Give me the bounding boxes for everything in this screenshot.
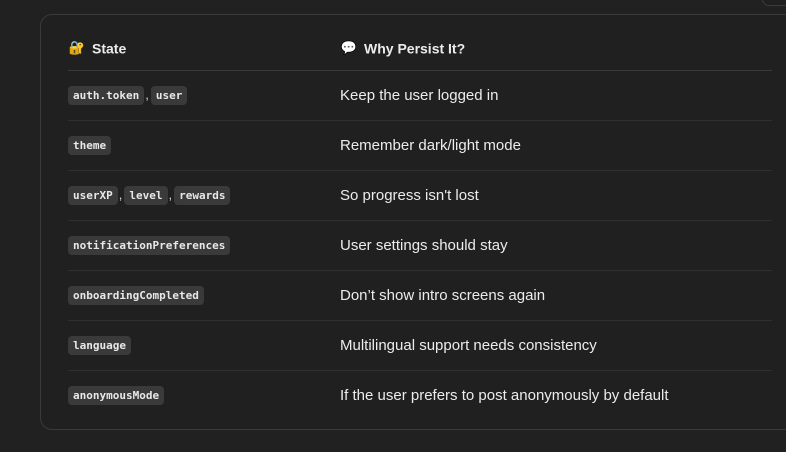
speech-bubble-icon: 💬 [340,40,358,56]
table-row: userXP, level, rewards So progress isn't lo… [68,170,772,221]
state-cell: auth.token, user [68,70,340,121]
code-separator: , [118,187,123,202]
state-column-header: 🔐 State [68,25,340,71]
reason-cell: User settings should stay [340,220,772,271]
lock-with-key-icon: 🔐 [68,40,86,56]
state-key-code: anonymousMode [68,386,165,405]
reason-cell: Don’t show intro screens again [340,270,772,321]
reason-header-label: Why Persist It? [364,40,466,57]
state-cell: anonymousMode [68,371,340,421]
table-row: anonymousMode If the user prefers to post… [68,371,772,421]
table-row: onboardingCompleted Don’t show intro scre… [68,270,772,321]
state-header-label: State [92,40,127,57]
state-key-code: user [150,86,188,105]
state-key-code: notificationPreferences [68,236,231,255]
state-key-code: auth.token [68,86,145,105]
persisted-state-table-card: 🔐 State 💬 Why Persist It? auth.token, user K… [40,14,786,430]
reason-cell: Multilingual support needs consistency [340,320,772,371]
code-separator: , [145,87,149,102]
code-separator: , [168,187,173,202]
state-key-code: onboardingCompleted [68,286,204,305]
state-key-code: rewards [174,186,231,205]
table-row: auth.token, user Keep the user logged in [68,70,772,121]
state-cell: theme [68,120,340,171]
state-key-code: level [124,186,168,205]
reason-cell: If the user prefers to post anonymously … [340,387,669,404]
state-cell: notificationPreferences [68,220,340,271]
state-cell: language [68,320,340,371]
state-key-code: userXP [68,186,118,205]
reason-cell: So progress isn't lost [340,170,772,221]
table-row: language Multilingual support needs consi… [68,320,772,371]
reason-cell: Remember dark/light mode [340,120,772,171]
state-cell: onboardingCompleted [68,270,340,321]
table-row: theme Remember dark/light mode [68,120,772,171]
adjacent-panel-edge [762,0,786,6]
table-row: notificationPreferences User settings sho… [68,220,772,271]
reason-cell: Keep the user logged in [340,70,772,121]
table-header-row: 🔐 State 💬 Why Persist It? [68,25,772,71]
state-key-code: theme [68,136,112,155]
state-cell: userXP, level, rewards [68,170,340,221]
state-key-code: language [68,336,131,355]
persisted-state-table: 🔐 State 💬 Why Persist It? auth.token, user K… [68,25,772,420]
reason-column-header: 💬 Why Persist It? [340,25,772,71]
